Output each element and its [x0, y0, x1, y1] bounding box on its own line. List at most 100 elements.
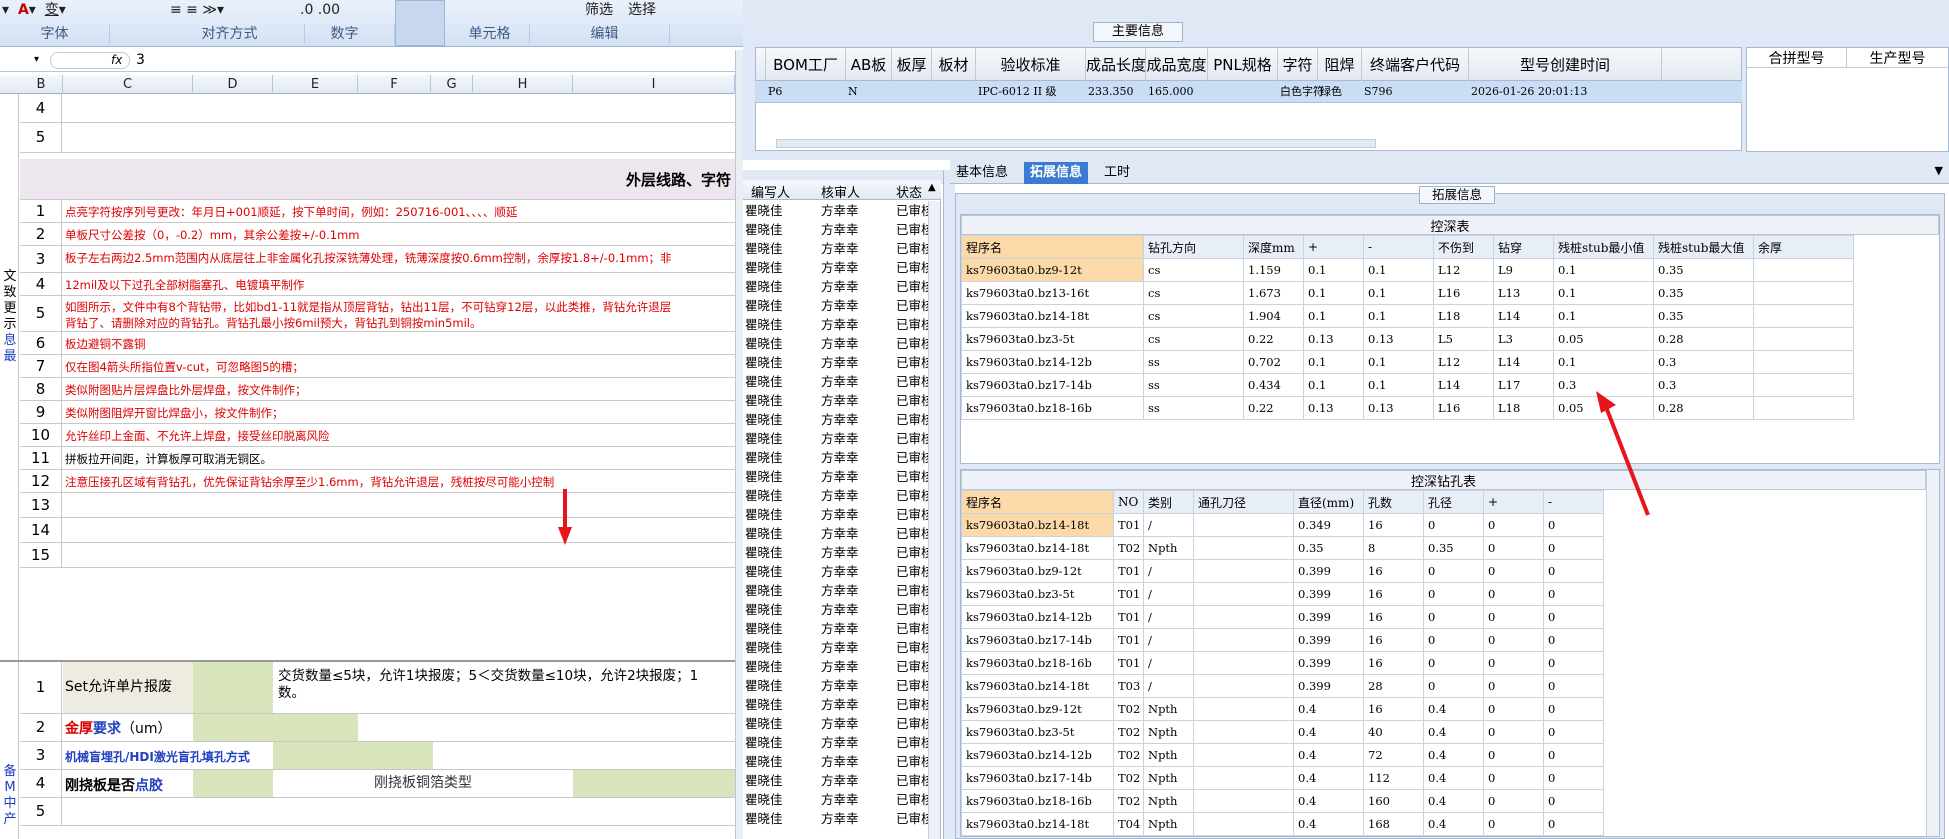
table-header-cell[interactable]: 残桩stub最大值 — [1653, 235, 1754, 259]
sheet-row[interactable]: 11 拼板拉开间距，计算板厚可取消无铜区。 — [20, 447, 735, 470]
sheet-row[interactable]: 9 类似附图阻焊开窗比焊盘小，按文件制作； — [20, 401, 735, 424]
review-list-item[interactable]: 瞿晓佳 方幸幸 已审核 — [743, 619, 928, 638]
table-row[interactable]: ks79603ta0.bz3-5t cs 0.22 0.13 0.13 L5 L3 0.05 0… — [961, 327, 1854, 351]
sheet-row[interactable]: 14 — [20, 518, 735, 543]
sheet-row[interactable]: 5 — [20, 798, 735, 826]
review-list-item[interactable]: 瞿晓佳 方幸幸 已审核 — [743, 790, 928, 809]
sheet-row[interactable]: 6 板边避铜不露铜 — [20, 332, 735, 355]
main-col-header[interactable]: 阻焊 — [1318, 48, 1362, 82]
main-col-header[interactable]: 成品宽度 — [1146, 48, 1208, 82]
sheet-row[interactable]: 13 — [20, 493, 735, 518]
splitter[interactable] — [943, 170, 955, 839]
table-row[interactable]: ks79603ta0.bz14-18t T01/0.349 16 0 0 0 — [961, 513, 1604, 537]
table-header-cell[interactable]: + — [1303, 235, 1364, 259]
review-list-item[interactable]: 瞿晓佳 方幸幸 已审核 — [743, 695, 928, 714]
table-header-cell[interactable]: 钻穿 — [1493, 235, 1554, 259]
main-col-header[interactable]: 板材 — [932, 48, 976, 82]
review-list-item[interactable]: 瞿晓佳 方幸幸 已审核 — [743, 448, 928, 467]
table-row[interactable]: ks79603ta0.bz13-16t cs 1.673 0.1 0.1 L16 L13 0.… — [961, 281, 1854, 305]
table-row[interactable]: ks79603ta0.bz17-14b ss 0.434 0.1 0.1 L14 L17 0.… — [961, 373, 1854, 397]
sheet-row[interactable]: 2 单板尺寸公差按（0，-0.2）mm，其余公差按+/-0.1mm — [20, 223, 735, 246]
namebox-dropdown-icon[interactable]: ▾ — [34, 54, 39, 65]
font-tools[interactable]: ▾ A▾ 变▾ — [2, 0, 152, 22]
copper-type-input[interactable] — [573, 770, 735, 797]
table-row[interactable]: ks79603ta0.bz17-14b T01/0.399 16 0 0 0 — [961, 628, 1604, 652]
main-col-header[interactable]: PNL规格 — [1208, 48, 1278, 82]
formula-input[interactable]: 3 — [136, 52, 145, 68]
gold-thickness-input[interactable] — [193, 714, 358, 741]
review-list-item[interactable]: 瞿晓佳 方幸幸 已审核 — [743, 771, 928, 790]
align-tools[interactable]: ≡ ≡ ≫▾ — [170, 0, 280, 22]
col-c[interactable]: C — [63, 75, 193, 94]
table-row[interactable]: ks79603ta0.bz9-12t T01/0.399 16 0 0 0 — [961, 559, 1604, 583]
review-list-item[interactable]: 瞿晓佳 方幸幸 已审核 — [743, 429, 928, 448]
review-list-item[interactable]: 瞿晓佳 方幸幸 已审核 — [743, 809, 928, 828]
col-i[interactable]: I — [573, 75, 735, 94]
main-col-header[interactable]: 板厚 — [892, 48, 932, 82]
drill-table-scrollbar[interactable] — [1926, 470, 1939, 836]
glue-input[interactable] — [193, 770, 273, 797]
review-list-item[interactable]: 瞿晓佳 方幸幸 已审核 — [743, 296, 928, 315]
review-list-item[interactable]: 瞿晓佳 方幸幸 已审核 — [743, 201, 928, 220]
review-list-item[interactable]: 瞿晓佳 方幸幸 已审核 — [743, 239, 928, 258]
styles-button[interactable] — [395, 0, 445, 46]
fx-icon[interactable]: fx — [111, 53, 122, 67]
col-f[interactable]: F — [358, 75, 431, 94]
sheet-row[interactable]: 3 机械盲埋孔/HDI激光盲孔填孔方式 — [20, 742, 735, 770]
table-row[interactable]: ks79603ta0.bz18-16b T01/0.399 16 0 0 0 — [961, 651, 1604, 675]
table-header-cell[interactable]: 程序名 — [961, 490, 1114, 514]
review-list-item[interactable]: 瞿晓佳 方幸幸 已审核 — [743, 752, 928, 771]
table-header-cell[interactable]: 不伤到 — [1433, 235, 1494, 259]
tab-hours[interactable]: 工时 — [1098, 162, 1136, 184]
sheet-row[interactable]: 1 Set允许单片报废 交货数量≤5块，允许1块报废；5＜交货数量≤10块，允许… — [20, 662, 735, 714]
review-list-item[interactable]: 瞿晓佳 方幸幸 已审核 — [743, 638, 928, 657]
review-list-scrollbar[interactable] — [928, 201, 940, 839]
table-row[interactable]: ks79603ta0.bz3-5t T02 Npth 0.4 40 0.4 0 0 — [961, 720, 1604, 744]
table-row[interactable]: ks79603ta0.bz17-14b T02 Npth 0.4 112 0.4 0 0 — [961, 766, 1604, 790]
col-d[interactable]: D — [193, 75, 273, 94]
review-list-item[interactable]: 瞿晓佳 方幸幸 已审核 — [743, 562, 928, 581]
table-row[interactable]: ks79603ta0.bz3-5t T01/0.399 16 0 0 0 — [961, 582, 1604, 606]
number-tools[interactable]: .0 .00 — [300, 0, 400, 22]
table-row[interactable]: ks79603ta0.bz14-12b T01/0.399 16 0 0 0 — [961, 605, 1604, 629]
sheet-row[interactable]: 10 允许丝印上金面、不允许上焊盘，接受丝印脱离风险 — [20, 424, 735, 447]
main-col-header[interactable]: 字符 — [1278, 48, 1318, 82]
sheet-row[interactable]: 7 仅在图4箭头所指位置v-cut，可忽略图5的槽； — [20, 355, 735, 378]
table-row[interactable]: ks79603ta0.bz14-12b ss 0.702 0.1 0.1 L12 L14 0.… — [961, 350, 1854, 374]
main-info-row[interactable]: P6 N IPC-6012 II 级 233.350 165.000 白色字符 绿色 S796… — [755, 81, 1742, 103]
review-list-item[interactable]: 瞿晓佳 方幸幸 已审核 — [743, 353, 928, 372]
table-row[interactable]: ks79603ta0.bz14-12b T02 Npth 0.4 72 0.4 0 0 — [961, 743, 1604, 767]
table-header-cell[interactable]: 通孔刀径 — [1193, 490, 1294, 514]
table-row[interactable]: ks79603ta0.bz18-16b ss 0.22 0.13 0.13 L16 L18 0… — [961, 396, 1854, 420]
sheet-row[interactable]: 4 刚挠板是否点胶 刚挠板铜箔类型 — [20, 770, 735, 798]
main-col-header[interactable]: BOM工厂 — [766, 48, 846, 82]
table-row[interactable]: ks79603ta0.bz14-18t T02 Npth 0.35 8 0.35 0 0 — [961, 536, 1604, 560]
col-b[interactable]: B — [20, 75, 63, 94]
sheet-row[interactable]: 5 如图所示，文件中有8个背钻带，比如bd1-11就是指从顶层背钻，钻出11层，不… — [20, 296, 735, 332]
select-label[interactable]: 选择 — [628, 0, 668, 22]
review-list-item[interactable]: 瞿晓佳 方幸幸 已审核 — [743, 581, 928, 600]
review-list-item[interactable]: 瞿晓佳 方幸幸 已审核 — [743, 467, 928, 486]
main-col-header[interactable]: 终端客户代码 — [1362, 48, 1469, 82]
review-list-item[interactable]: 瞿晓佳 方幸幸 已审核 — [743, 410, 928, 429]
col-g[interactable]: G — [431, 75, 473, 94]
main-info-hscroll[interactable] — [776, 139, 1376, 148]
review-list-item[interactable]: 瞿晓佳 方幸幸 已审核 — [743, 315, 928, 334]
review-list-item[interactable]: 瞿晓佳 方幸幸 已审核 — [743, 505, 928, 524]
review-list-item[interactable]: 瞿晓佳 方幸幸 已审核 — [743, 258, 928, 277]
review-list-item[interactable]: 瞿晓佳 方幸幸 已审核 — [743, 372, 928, 391]
table-row[interactable]: ks79603ta0.bz18-16b T02 Npth 0.4 160 0.4 0 0 — [961, 789, 1604, 813]
tab-menu-icon[interactable]: ▼ — [1935, 164, 1943, 177]
col-e[interactable]: E — [273, 75, 358, 94]
table-row[interactable]: ks79603ta0.bz14-18t T04 Npth 0.4 168 0.4 0 0 — [961, 812, 1604, 836]
set-scrap-input[interactable] — [193, 662, 273, 713]
review-list-item[interactable]: 瞿晓佳 方幸幸 已审核 — [743, 543, 928, 562]
review-list-item[interactable]: 瞿晓佳 方幸幸 已审核 — [743, 733, 928, 752]
sheet-row[interactable]: 15 — [20, 543, 735, 568]
excel-scrollbar[interactable] — [735, 50, 743, 839]
col-h[interactable]: H — [473, 75, 573, 94]
main-col-header[interactable]: AB板 — [846, 48, 892, 82]
table-row[interactable]: ks79603ta0.bz9-12t T02 Npth 0.4 16 0.4 0 0 — [961, 697, 1604, 721]
review-list-item[interactable]: 瞿晓佳 方幸幸 已审核 — [743, 334, 928, 353]
table-header-cell[interactable]: 孔数 — [1363, 490, 1424, 514]
